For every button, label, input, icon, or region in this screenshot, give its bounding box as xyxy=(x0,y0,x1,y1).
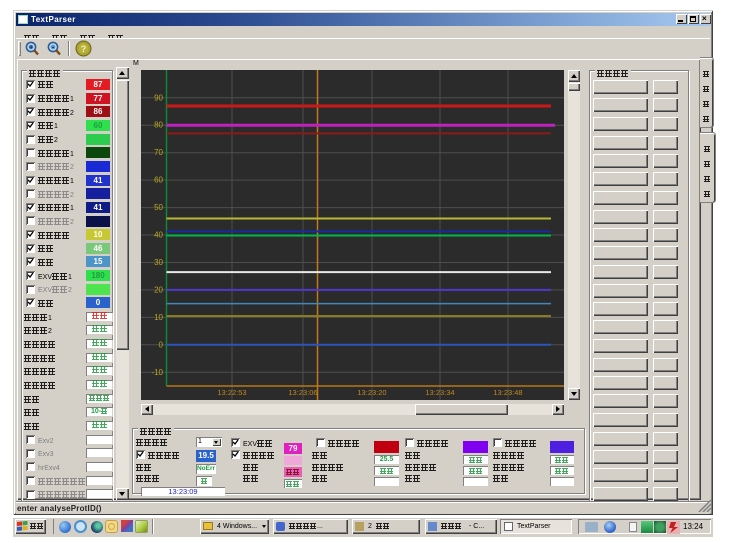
svg-text:70: 70 xyxy=(154,148,163,157)
svg-text:?: ? xyxy=(81,44,87,54)
svg-text:60: 60 xyxy=(154,176,163,185)
svg-text:0: 0 xyxy=(159,340,164,349)
svg-text:13:23:20: 13:23:20 xyxy=(357,388,386,397)
svg-text:40: 40 xyxy=(154,231,163,240)
svg-text:13:23:34: 13:23:34 xyxy=(425,388,454,397)
svg-text:80: 80 xyxy=(154,121,163,130)
svg-text:20: 20 xyxy=(154,285,163,294)
svg-text:13:22:53: 13:22:53 xyxy=(217,388,246,397)
svg-text:10: 10 xyxy=(154,313,163,322)
svg-text:90: 90 xyxy=(154,93,163,102)
svg-text:-10: -10 xyxy=(151,368,163,377)
svg-text:30: 30 xyxy=(154,258,163,267)
svg-text:13:23:48: 13:23:48 xyxy=(493,388,522,397)
svg-text:50: 50 xyxy=(154,203,163,212)
svg-text:13:23:06: 13:23:06 xyxy=(288,388,317,397)
svg-text:+: + xyxy=(29,45,33,52)
